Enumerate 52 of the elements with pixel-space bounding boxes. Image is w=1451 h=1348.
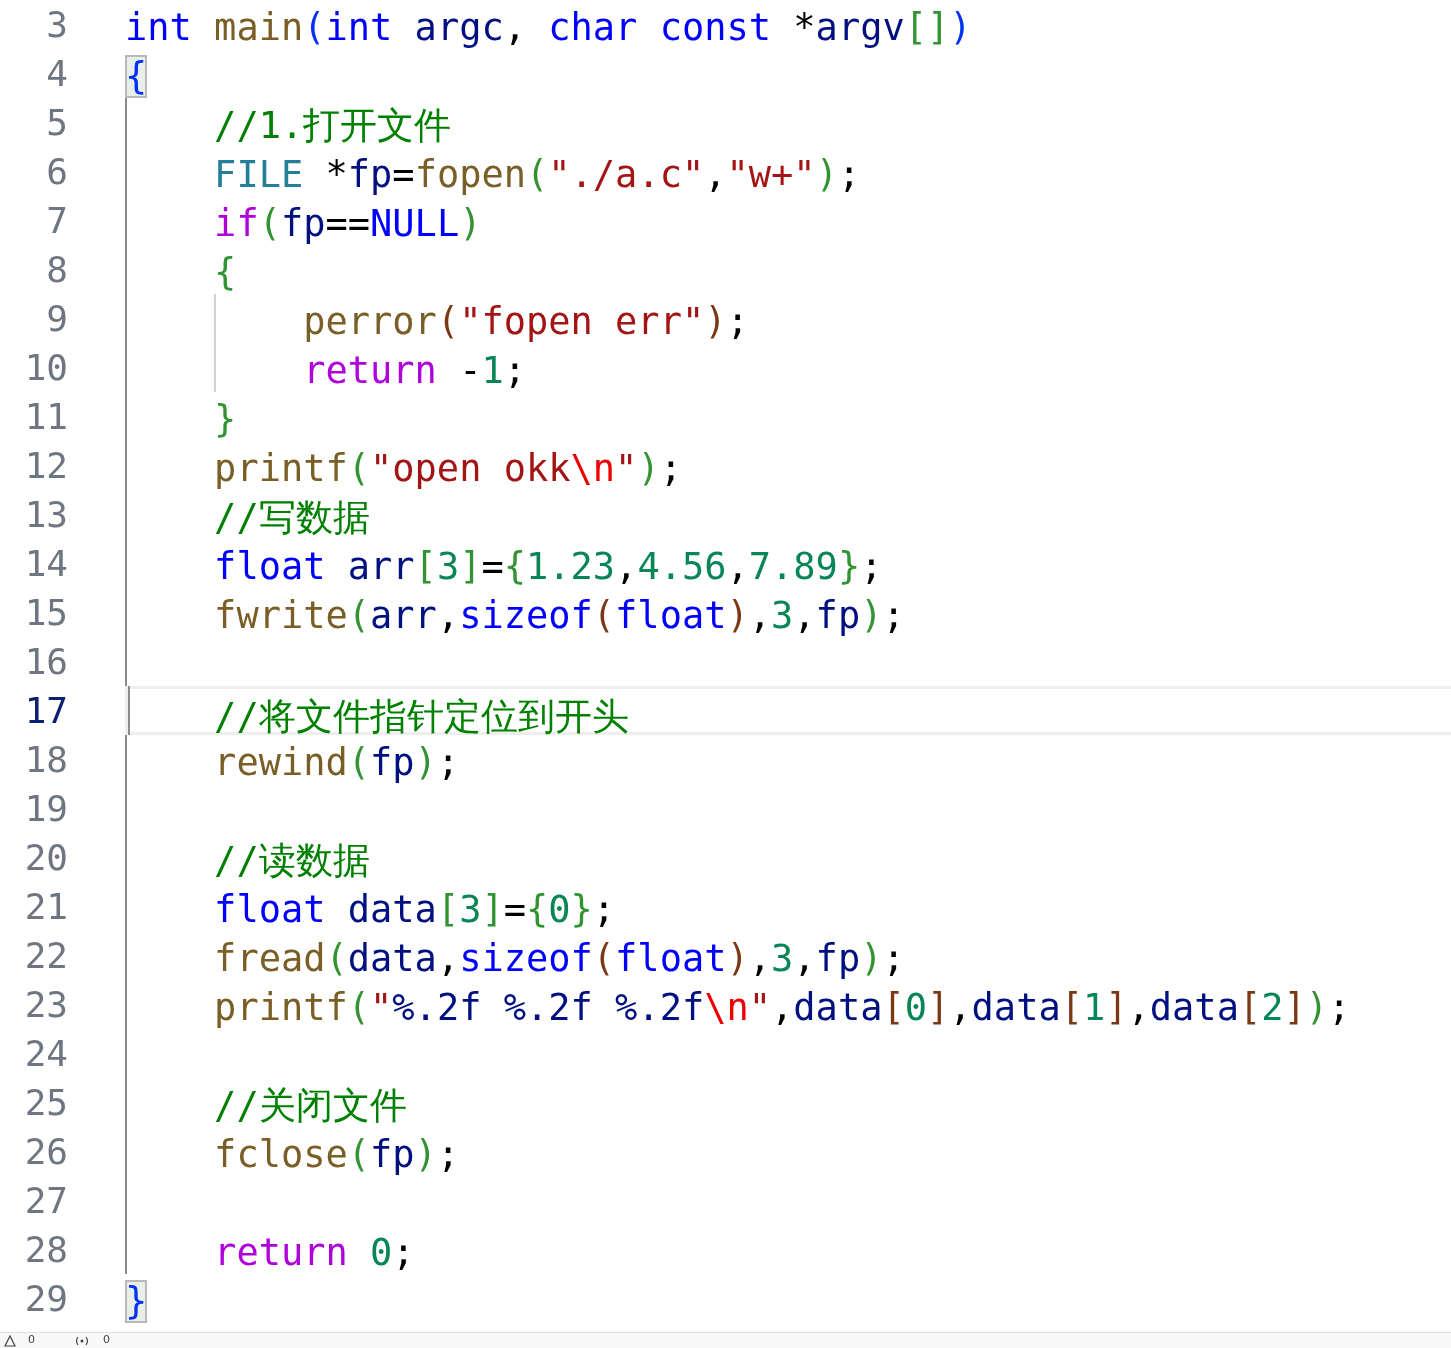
code-line: {	[213, 250, 237, 296]
status-count: 0	[103, 1333, 110, 1348]
code-line: }	[213, 397, 237, 443]
line-number: 29	[23, 1277, 69, 1321]
line-number: 19	[23, 787, 69, 831]
line-number: 17	[23, 689, 69, 733]
line-number: 6	[45, 150, 69, 194]
code-line: perror("fopen err");	[302, 299, 749, 345]
code-line: FILE *fp=fopen("./a.c","w+");	[213, 152, 861, 198]
code-line: return 0;	[213, 1230, 415, 1276]
line-number: 8	[45, 248, 69, 292]
line-number: 27	[23, 1179, 69, 1223]
line-number: 22	[23, 934, 69, 978]
line-number: 10	[23, 346, 69, 390]
status-count: 0	[28, 1333, 35, 1348]
line-number: 3	[45, 3, 69, 47]
line-number: 23	[23, 983, 69, 1027]
code-line: //写数据	[213, 495, 370, 541]
code-line: return -1;	[302, 348, 526, 394]
line-number: 4	[45, 52, 69, 96]
code-line: //1.打开文件	[213, 103, 452, 149]
line-number: 24	[23, 1032, 69, 1076]
line-number: 21	[23, 885, 69, 929]
code-line: fread(data,sizeof(float),3,fp);	[213, 936, 905, 982]
code-line: //关闭文件	[213, 1083, 407, 1129]
line-number: 20	[23, 836, 69, 880]
code-line: fclose(fp);	[213, 1132, 460, 1178]
line-number: 7	[45, 199, 69, 243]
code-line: rewind(fp);	[213, 740, 460, 786]
line-number: 16	[23, 640, 69, 684]
line-number: 5	[45, 101, 69, 145]
line-number: 14	[23, 542, 69, 586]
line-number: 28	[23, 1228, 69, 1272]
line-number: 15	[23, 591, 69, 635]
code-line: printf("open okk\n");	[213, 446, 682, 492]
line-number: 12	[23, 444, 69, 488]
code-line: fwrite(arr,sizeof(float),3,fp);	[213, 593, 905, 639]
code-line: //读数据	[213, 838, 370, 884]
code-line: int main(int argc, char const *argv[])	[125, 5, 972, 51]
code-line: //将文件指针定位到开头	[213, 695, 629, 738]
broadcast-icon	[73, 1334, 91, 1347]
line-number: 11	[23, 395, 69, 439]
line-number: 9	[45, 297, 69, 341]
line-number: 13	[23, 493, 69, 537]
line-number: 26	[23, 1130, 69, 1174]
line-number: 25	[23, 1081, 69, 1125]
code-line: float data[3]={0};	[213, 887, 616, 933]
code-line: printf("%.2f %.2f %.2f\n",data[0],data[1],data[2]);	[213, 985, 1351, 1031]
line-number: 18	[23, 738, 69, 782]
code-line: if(fp==NULL)	[213, 201, 482, 247]
code-line: float arr[3]={1.23,4.56,7.89};	[213, 544, 883, 590]
warning-icon	[4, 1334, 16, 1347]
